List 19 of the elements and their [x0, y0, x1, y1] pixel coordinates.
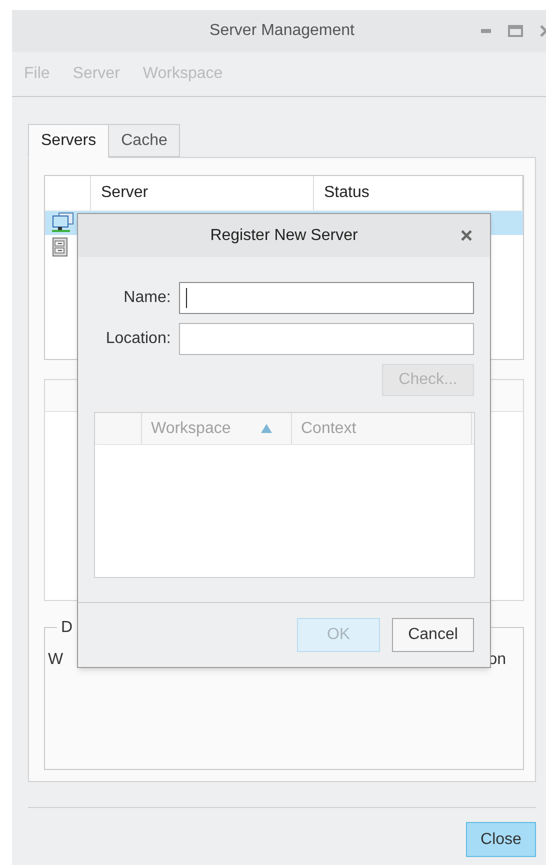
- input-field[interactable]: [178, 282, 474, 314]
- group-text: W: [48, 650, 64, 670]
- column-header[interactable]: Workspace: [142, 413, 292, 444]
- cancel-button[interactable]: Cancel: [392, 618, 474, 652]
- column-header[interactable]: Server: [91, 176, 314, 210]
- tab[interactable]: Servers: [28, 124, 110, 158]
- file-cabinet-icon: [51, 237, 69, 257]
- field-label: Name:: [122, 288, 171, 308]
- maximize-icon[interactable]: [508, 25, 523, 37]
- column-header[interactable]: Status: [314, 176, 523, 210]
- close-button[interactable]: Close: [466, 822, 536, 857]
- window-title: Server Management: [210, 21, 354, 41]
- tab[interactable]: Cache: [109, 124, 180, 157]
- column-header[interactable]: Context: [292, 413, 472, 444]
- field-label: Location:: [104, 329, 171, 349]
- text-cursor: [186, 288, 187, 308]
- input-field[interactable]: [178, 323, 474, 355]
- close-icon[interactable]: [461, 230, 472, 241]
- dialog-title: Register New Server: [210, 226, 358, 246]
